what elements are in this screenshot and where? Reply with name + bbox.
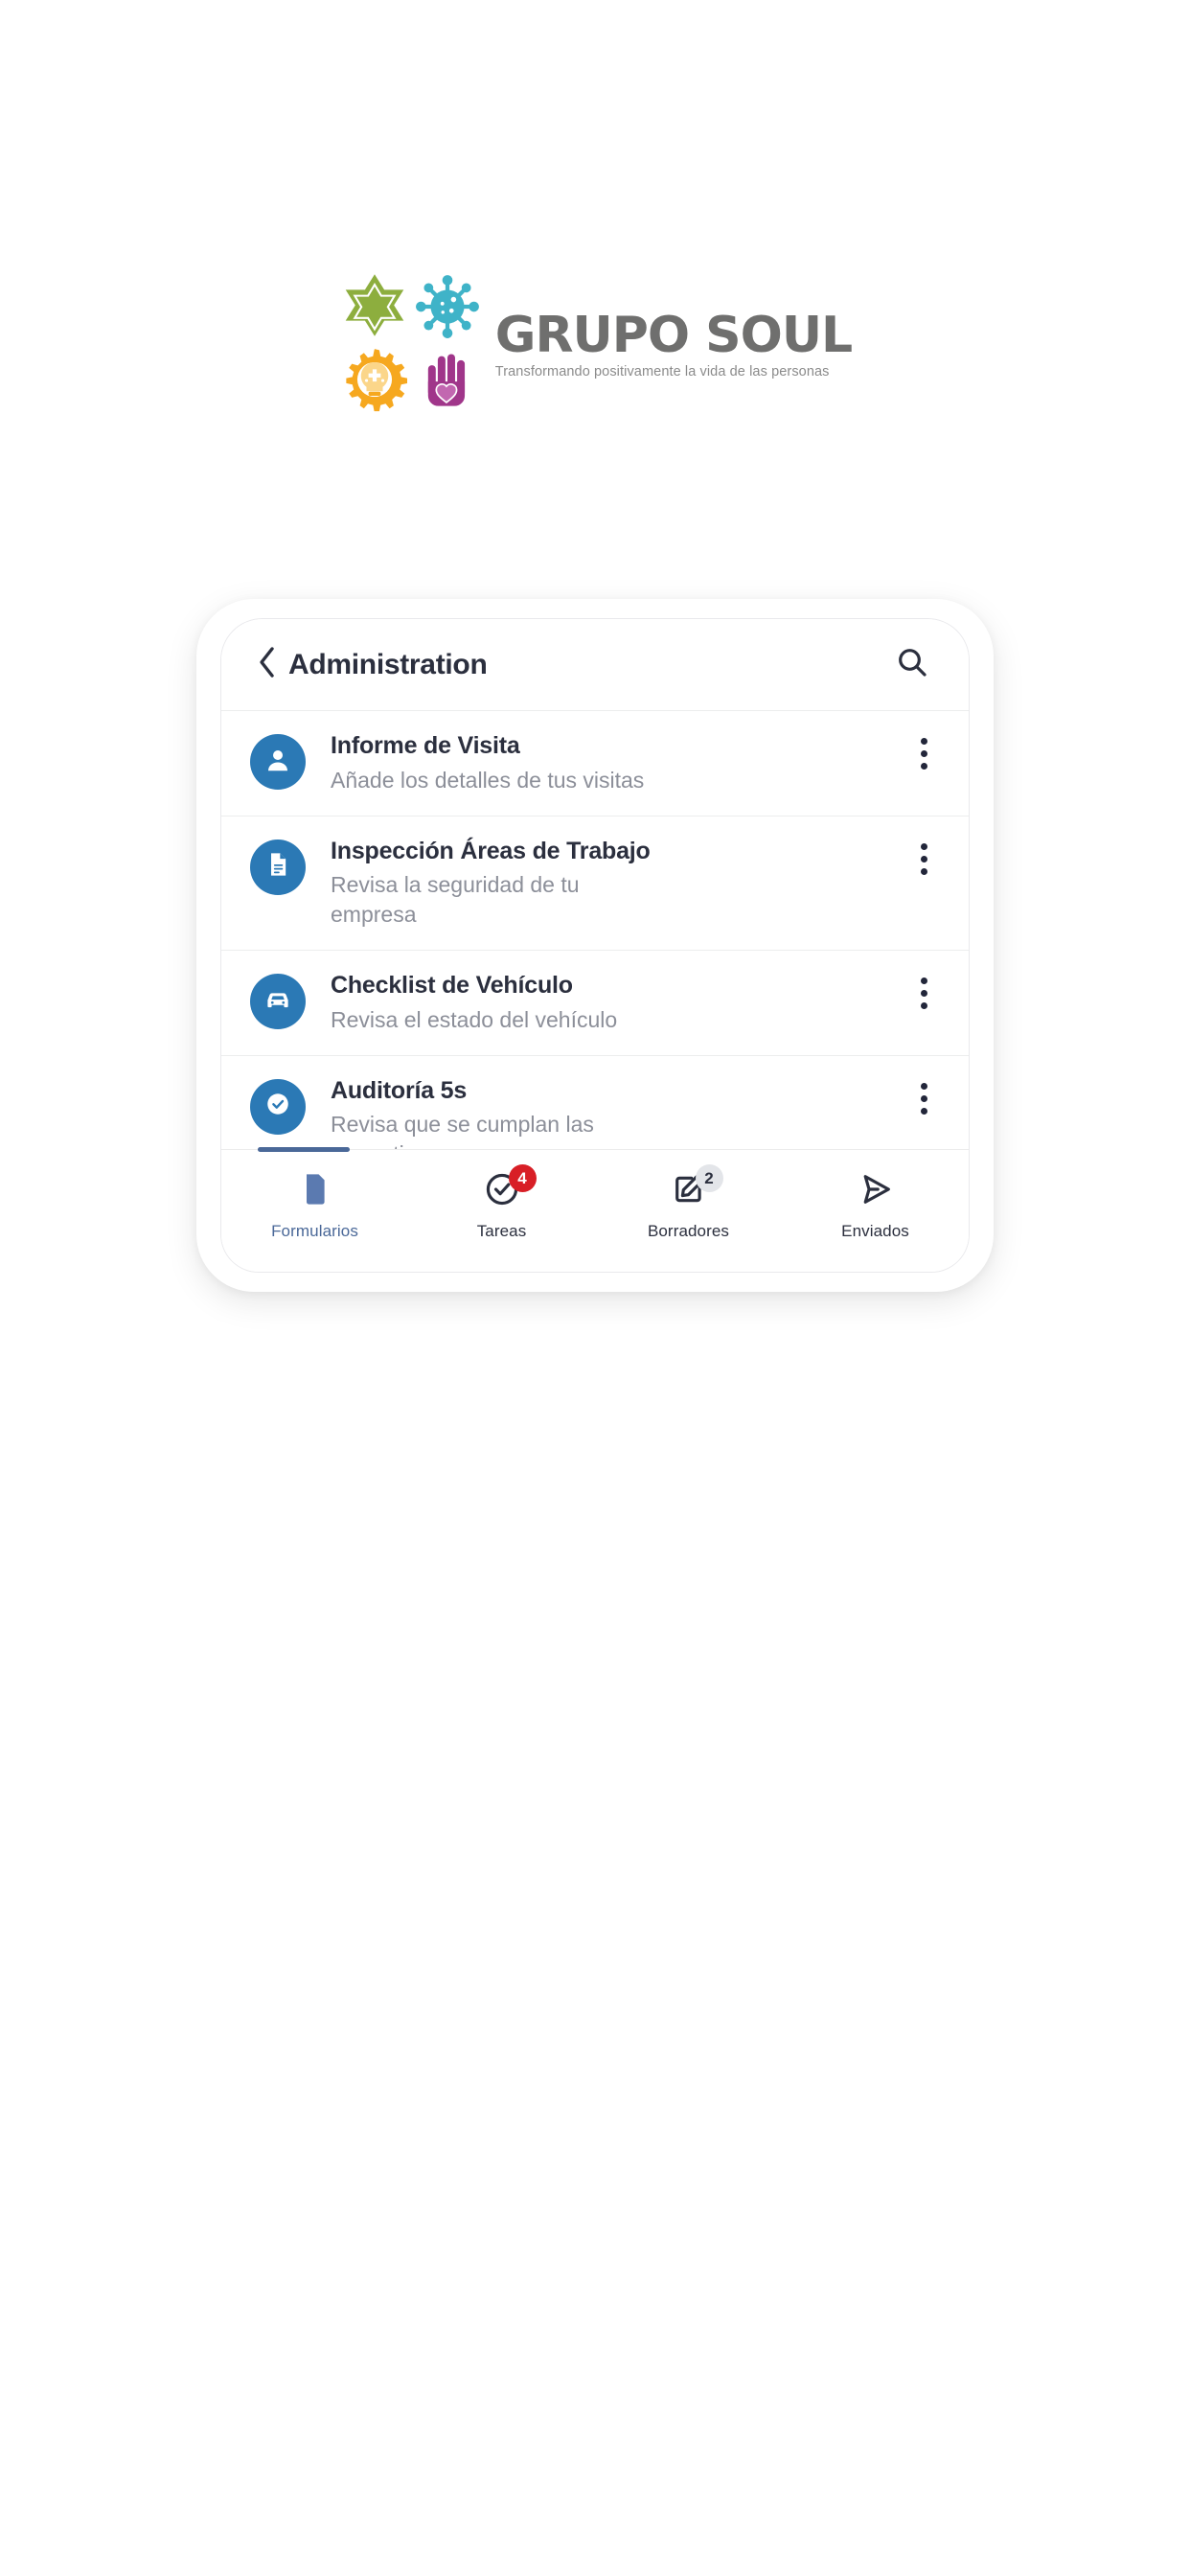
list-item-title: Auditoría 5s <box>331 1076 468 1104</box>
list-item[interactable]: Auditoría 5s Revisa que se cumplan las n… <box>221 1055 969 1149</box>
more-vertical-icon[interactable] <box>907 1077 940 1115</box>
brand-logo-marks <box>338 270 484 416</box>
brand-logo: GRUPO SOUL Transformando positivamente l… <box>0 270 1190 416</box>
nav-icon-wrap <box>289 1169 341 1213</box>
list-item-text: Inspección Áreas de Trabajo Revisa la se… <box>306 838 907 929</box>
gear-lightbulb-icon <box>342 347 407 412</box>
list-item[interactable]: Inspección Áreas de Trabajo Revisa la se… <box>221 816 969 952</box>
person-icon <box>263 746 292 779</box>
document-icon <box>264 851 291 883</box>
nav-tab-enviados[interactable]: Enviados <box>782 1150 969 1241</box>
more-vertical-icon[interactable] <box>907 972 940 1010</box>
list-item-subtitle: Añade los detalles de tus visitas <box>331 767 645 793</box>
more-vertical-icon[interactable] <box>907 838 940 875</box>
back-button[interactable] <box>250 644 283 686</box>
star-of-david-icon <box>342 274 407 339</box>
form-list: Informe de Visita Añade los detalles de … <box>221 711 969 1149</box>
page-title: Administration <box>288 648 488 680</box>
nav-badge-tareas: 4 <box>508 1164 537 1192</box>
nav-tab-formularios[interactable]: Formularios <box>221 1150 408 1241</box>
search-button[interactable] <box>890 643 934 687</box>
send-icon <box>858 1171 894 1212</box>
nav-icon-wrap: 4 <box>476 1164 537 1213</box>
phone-screen: Administration Informe de Visita Añade l… <box>220 618 970 1273</box>
brand-logo-inner: GRUPO SOUL Transformando positivamente l… <box>338 270 853 416</box>
list-item-avatar <box>250 1078 306 1135</box>
car-icon <box>263 985 292 1019</box>
app-header: Administration <box>221 619 969 711</box>
screenshot-root: GRUPO SOUL Transformando positivamente l… <box>0 0 1190 2576</box>
list-item-text: Auditoría 5s Revisa que se cumplan las n… <box>306 1077 907 1149</box>
list-item-text: Checklist de Vehículo Revisa el estado d… <box>306 972 907 1034</box>
chevron-left-icon <box>256 646 277 683</box>
virus-icon <box>415 274 480 339</box>
phone-mockup-frame: Administration Informe de Visita Añade l… <box>196 599 994 1292</box>
list-item[interactable]: Informe de Visita Añade los detalles de … <box>221 711 969 816</box>
nav-badge-borradores: 2 <box>695 1164 723 1192</box>
brand-name: GRUPO SOUL <box>494 306 853 364</box>
hand-heart-icon <box>415 347 480 412</box>
nav-tab-tareas[interactable]: 4 Tareas <box>408 1150 595 1241</box>
list-item-avatar <box>250 839 306 895</box>
list-item-title: Checklist de Vehículo <box>331 972 573 1000</box>
list-item-subtitle: Revisa que se cumplan las normativas <box>331 1112 594 1149</box>
nav-icon-wrap: 2 <box>663 1164 723 1213</box>
file-icon <box>301 1172 330 1211</box>
list-item-title: Informe de Visita <box>331 732 520 759</box>
bottom-navigation: Formularios 4 Tareas 2 Borradores Enviad… <box>221 1147 969 1272</box>
brand-logo-text: GRUPO SOUL Transformando positivamente l… <box>494 306 853 380</box>
list-item-title: Inspección Áreas de Trabajo <box>331 837 651 864</box>
list-item-avatar <box>250 734 306 790</box>
check-circle-icon <box>263 1090 292 1123</box>
nav-label: Enviados <box>841 1222 909 1240</box>
list-item-text: Informe de Visita Añade los detalles de … <box>306 732 907 794</box>
search-icon <box>896 646 928 683</box>
nav-label: Borradores <box>647 1222 730 1240</box>
nav-label: Formularios <box>271 1222 358 1240</box>
list-item-avatar <box>250 974 306 1030</box>
brand-tagline: Transformando positivamente la vida de l… <box>494 364 830 380</box>
more-vertical-icon[interactable] <box>907 732 940 770</box>
nav-icon-wrap <box>850 1169 902 1213</box>
list-item-subtitle: Revisa la seguridad de tu empresa <box>331 872 580 927</box>
nav-tab-borradores[interactable]: 2 Borradores <box>595 1150 782 1241</box>
list-item[interactable]: Checklist de Vehículo Revisa el estado d… <box>221 951 969 1056</box>
nav-label: Tareas <box>476 1222 527 1240</box>
list-item-subtitle: Revisa el estado del vehículo <box>331 1006 618 1032</box>
